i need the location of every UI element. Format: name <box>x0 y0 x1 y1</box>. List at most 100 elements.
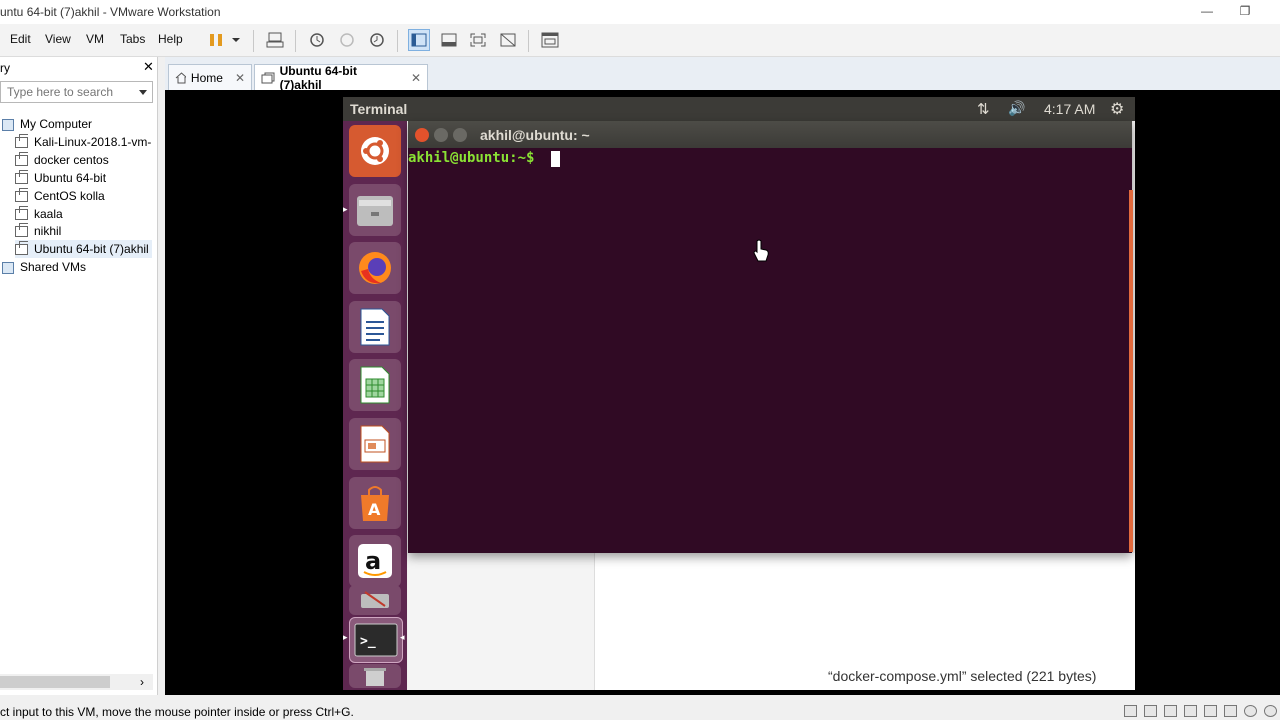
cd-dvd-icon[interactable] <box>1144 705 1157 717</box>
terminal-scrollbar[interactable] <box>1129 190 1133 552</box>
menu-edit[interactable]: Edit <box>10 32 31 46</box>
library-title: ry <box>0 61 10 75</box>
vm-messages-icon[interactable] <box>1264 705 1277 717</box>
network-adapter-icon[interactable] <box>1164 705 1177 717</box>
launcher-calc[interactable] <box>349 359 401 411</box>
network-icon[interactable]: ⇅ <box>977 100 990 118</box>
menu-view[interactable]: View <box>45 32 71 46</box>
launcher-terminal[interactable]: >_ <box>349 617 403 663</box>
full-screen-button[interactable] <box>467 29 489 51</box>
menu-help[interactable]: Help <box>158 32 183 46</box>
launcher-running-indicator: ▸ <box>343 632 348 642</box>
tree-item-vm[interactable]: Kali-Linux-2018.1-vm- <box>15 133 151 151</box>
launcher-trash[interactable] <box>349 664 401 688</box>
tab-home[interactable]: Home ✕ <box>168 64 252 90</box>
search-dropdown-icon[interactable] <box>139 90 147 95</box>
vm-icon <box>15 206 28 221</box>
launcher-impress[interactable] <box>349 418 401 470</box>
close-tab-icon[interactable]: ✕ <box>235 71 245 85</box>
toolbar-separator <box>295 30 296 52</box>
scrollbar-thumb[interactable] <box>0 676 110 688</box>
keyboard-icon <box>266 32 284 48</box>
home-icon <box>175 71 186 83</box>
svg-text:A: A <box>368 500 381 519</box>
tab-ubuntu-vm[interactable]: Ubuntu 64-bit (7)akhil ✕ <box>254 64 428 92</box>
tree-item-my-computer[interactable]: My Computer <box>0 115 92 133</box>
menu-tabs[interactable]: Tabs <box>120 32 145 46</box>
terminal-window[interactable] <box>408 121 1132 553</box>
pause-button[interactable] <box>205 29 227 51</box>
menu-vm[interactable]: VM <box>86 32 104 46</box>
launcher-firefox[interactable] <box>349 242 401 294</box>
toolbar-separator <box>528 30 529 52</box>
vm-icon <box>15 134 28 149</box>
send-ctrl-alt-del-button[interactable] <box>264 29 286 51</box>
maximize-button[interactable]: ❐ <box>1222 0 1268 24</box>
tree-item-shared-vms[interactable]: Shared VMs <box>0 258 86 276</box>
vm-icon <box>15 223 28 238</box>
launcher-files[interactable] <box>349 184 401 236</box>
terminal-maximize-button[interactable] <box>453 128 467 142</box>
settings-gear-icon[interactable]: ⚙ <box>1110 99 1124 119</box>
tree-item-vm[interactable]: CentOS kolla <box>15 187 105 205</box>
printer-icon[interactable] <box>1224 705 1237 717</box>
vm-icon <box>15 170 28 185</box>
launcher-software-center[interactable]: A <box>349 477 401 529</box>
terminal-close-button[interactable] <box>415 128 429 142</box>
tree-item-label: Ubuntu 64-bit <box>34 171 107 185</box>
tree-item-vm[interactable]: Ubuntu 64-bit <box>15 169 106 187</box>
terminal-icon: >_ <box>354 623 398 657</box>
library-close-icon[interactable]: ✕ <box>143 59 154 75</box>
usb-icon[interactable] <box>1184 705 1197 717</box>
hand-pointer-icon <box>753 239 769 262</box>
tree-item-label: Kali-Linux-2018.1-vm- <box>34 135 152 149</box>
show-library-button[interactable] <box>408 29 430 51</box>
terminal-titlebar[interactable]: akhil@ubuntu: ~ <box>408 121 1132 148</box>
status-text: ct input to this VM, move the mouse poin… <box>0 705 354 719</box>
full-screen-icon <box>470 33 486 47</box>
tree-item-vm-selected[interactable]: Ubuntu 64-bit (7)akhil <box>15 240 152 258</box>
tree-item-vm[interactable]: nikhil <box>15 222 61 240</box>
launcher-amazon[interactable]: a <box>349 535 401 587</box>
hard-disk-icon[interactable] <box>1124 705 1137 717</box>
thumbnail-bar-button[interactable] <box>438 29 460 51</box>
chevron-down-icon <box>232 38 240 42</box>
launcher-dash[interactable] <box>349 125 401 177</box>
unity-button[interactable] <box>497 29 519 51</box>
volume-icon[interactable]: 🔊 <box>1008 100 1025 117</box>
tree-item-vm[interactable]: kaala <box>15 205 63 223</box>
console-view-icon <box>541 32 559 48</box>
launcher-writer[interactable] <box>349 301 401 353</box>
bluetooth-icon[interactable] <box>1244 705 1257 717</box>
revert-snapshot-button[interactable] <box>336 29 358 51</box>
toolbar-separator <box>397 30 398 52</box>
clock[interactable]: 4:17 AM <box>1044 101 1095 117</box>
launcher-focus-indicator: ◂ <box>400 632 405 642</box>
snapshot-manager-button[interactable] <box>366 29 388 51</box>
files-icon <box>357 196 393 226</box>
console-view-button[interactable] <box>539 29 561 51</box>
trash-icon <box>364 668 386 686</box>
text-cursor <box>551 151 560 167</box>
svg-text:a: a <box>365 547 381 575</box>
file-manager-sidebar[interactable] <box>408 553 595 690</box>
impress-presentation-icon <box>360 425 390 463</box>
terminal-minimize-button[interactable] <box>434 128 448 142</box>
scroll-right-icon[interactable]: › <box>140 675 144 689</box>
tree-item-vm[interactable]: docker centos <box>15 151 109 169</box>
file-manager-status: “docker-compose.yml” selected (221 bytes… <box>828 668 1097 684</box>
window-titlebar: untu 64-bit (7)akhil - VMware Workstatio… <box>0 0 1280 24</box>
library-search-input[interactable] <box>0 81 153 103</box>
launcher-system-settings[interactable] <box>349 585 401 615</box>
sound-card-icon[interactable] <box>1204 705 1217 717</box>
shell-prompt: akhil@ubuntu:~$ <box>408 150 543 166</box>
tree-item-label: Shared VMs <box>20 260 87 274</box>
svg-text:>_: >_ <box>360 634 376 649</box>
power-dropdown-button[interactable] <box>228 29 244 51</box>
vm-icon <box>15 188 28 203</box>
snapshot-button[interactable] <box>306 29 328 51</box>
thumbnail-bar-icon <box>441 33 457 47</box>
unity-icon <box>500 33 516 47</box>
close-tab-icon[interactable]: ✕ <box>411 71 421 85</box>
tree-item-label: Ubuntu 64-bit (7)akhil <box>34 242 149 256</box>
